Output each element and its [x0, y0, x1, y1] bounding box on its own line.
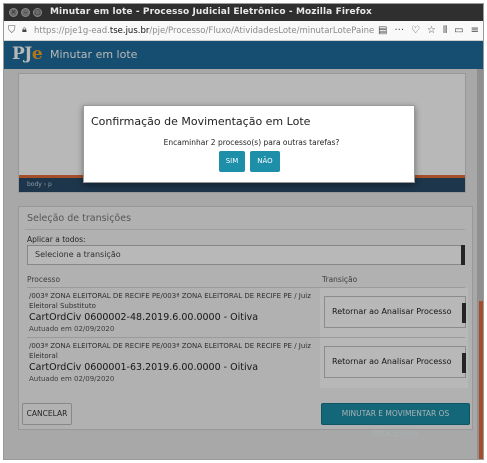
lock-icon[interactable]: 🔒︎ — [22, 25, 27, 35]
url-prefix: https://pje1g-ead. — [34, 26, 110, 36]
window-title: Minutar em lote - Processo Judicial Elet… — [50, 7, 372, 17]
url-domain: tse.jus.br — [109, 26, 150, 36]
minimize-window-icon[interactable]: – — [21, 8, 30, 17]
no-button[interactable]: NÃO — [250, 151, 280, 172]
address-bar[interactable]: ⛉ 🔒︎ https://pje1g-ead.tse.jus.br/pje/Pr… — [4, 21, 483, 41]
url-path: /pje/Processo/Fluxo/AtividadesLote/minut… — [149, 26, 374, 36]
sidebar-icon[interactable]: ▭ — [454, 23, 463, 39]
yes-button[interactable]: SIM — [219, 151, 245, 172]
more-icon[interactable]: ··· — [394, 23, 404, 39]
browser-window: × – □ Minutar em lote - Processo Judicia… — [3, 3, 484, 460]
close-window-icon[interactable]: × — [9, 8, 18, 17]
url-text[interactable]: https://pje1g-ead.tse.jus.br/pje/Process… — [34, 21, 374, 41]
modal-backdrop[interactable] — [4, 41, 483, 459]
confirmation-modal: Confirmação de Movimentação em Lote Enca… — [83, 105, 415, 183]
reader-icon[interactable]: ▤ — [378, 23, 387, 39]
modal-question: Encaminhar 2 processo(s) para outras tar… — [163, 138, 340, 147]
shield-icon[interactable]: ⛉ — [8, 25, 16, 36]
pocket-icon[interactable]: ♡ — [411, 23, 420, 39]
library-icon[interactable]: ⫴ — [443, 23, 447, 39]
window-controls: × – □ — [9, 8, 42, 17]
bookmark-star-icon[interactable]: ☆ — [427, 23, 436, 39]
modal-title: Confirmação de Movimentação em Lote — [91, 115, 311, 128]
window-titlebar: × – □ Minutar em lote - Processo Judicia… — [4, 4, 483, 21]
menu-icon[interactable]: ≡ — [471, 23, 479, 39]
browser-toolbar: ▤ ··· ♡ ☆ ⫴ ▭ ≡ — [378, 23, 479, 39]
maximize-window-icon[interactable]: □ — [33, 8, 42, 17]
